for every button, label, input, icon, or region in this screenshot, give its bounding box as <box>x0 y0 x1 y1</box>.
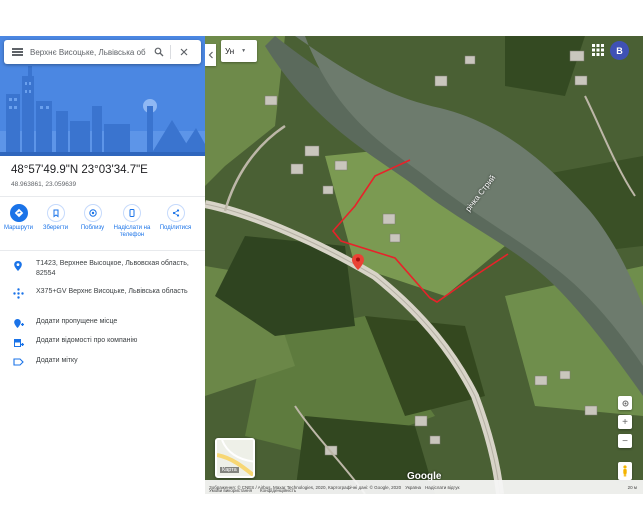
pegman-icon[interactable] <box>618 462 632 480</box>
address-text: T1423, Верхнее Высоцкое, Львовская облас… <box>36 260 189 277</box>
legal-links: Умови використання Конфіденційність <box>205 487 643 494</box>
add-label-row[interactable]: Додати мітку <box>0 356 205 367</box>
add-label-text: Додати мітку <box>36 357 78 364</box>
add-missing-place-row[interactable]: Додати пропущене місце <box>0 317 205 329</box>
menu-icon[interactable] <box>4 40 30 64</box>
chevron-down-icon: ▼ <box>241 48 247 54</box>
share-icon <box>166 204 185 222</box>
nearby-label: Поблизу <box>80 225 105 231</box>
business-icon <box>0 336 36 348</box>
terms-link[interactable]: Умови використання <box>209 488 252 493</box>
account-avatar[interactable]: B <box>610 41 629 60</box>
search-icon[interactable] <box>148 40 170 64</box>
bookmark-icon <box>46 204 65 222</box>
add-missing-place-text: Додати пропущене місце <box>36 318 118 325</box>
directions-label: Маршрути <box>4 225 33 231</box>
directions-icon <box>9 204 28 222</box>
address-row[interactable]: T1423, Верхнее Высоцкое, Львовская облас… <box>0 259 205 279</box>
divider <box>0 196 205 197</box>
nearby-icon <box>83 204 102 222</box>
share-label: Поділитися <box>159 225 192 231</box>
location-icon <box>0 259 36 272</box>
search-input[interactable] <box>30 47 148 57</box>
search-box <box>4 40 201 64</box>
apps-grid-icon[interactable] <box>591 43 605 57</box>
add-place-icon <box>0 317 36 329</box>
coordinates-decimal: 48.963861, 23.059639 <box>11 181 77 188</box>
side-panel: 48°57'49.9"N 23°03'34.7"E 48.963861, 23.… <box>0 36 205 494</box>
divider <box>0 250 205 251</box>
plus-code-row[interactable]: X375+GV Верхнє Висоцьке, Львівська облас… <box>0 287 205 299</box>
satellite-map[interactable]: Ун ▼ B річка Стрий Карта Google + − <box>205 36 643 494</box>
zoom-out-button[interactable]: − <box>618 434 632 448</box>
collapse-panel-button[interactable] <box>205 44 216 66</box>
location-target-icon[interactable] <box>618 396 632 410</box>
map-type-label: Карта <box>220 467 239 473</box>
label-icon <box>0 356 36 367</box>
zoom-in-button[interactable]: + <box>618 415 632 429</box>
share-button[interactable]: Поділитися <box>153 204 198 244</box>
close-icon[interactable] <box>171 40 197 64</box>
privacy-link[interactable]: Конфіденційність <box>260 488 296 493</box>
phone-icon <box>123 204 141 222</box>
nearby-button[interactable]: Поблизу <box>74 204 111 244</box>
action-bar: Маршрути Зберегти Поблизу Надіслати на т… <box>0 204 205 244</box>
send-to-phone-button[interactable]: Надіслати на телефон <box>111 204 153 244</box>
save-label: Зберегти <box>42 225 69 231</box>
plus-code-icon <box>0 287 36 299</box>
directions-button[interactable]: Маршрути <box>0 204 37 244</box>
map-type-toggle[interactable]: Карта <box>215 438 255 478</box>
add-business-text: Додати відомості про компанію <box>36 337 138 344</box>
add-business-row[interactable]: Додати відомості про компанію <box>0 336 205 348</box>
language-button[interactable]: Ун ▼ <box>221 40 257 62</box>
language-label: Ун <box>225 46 235 56</box>
send-to-phone-label: Надіслати на телефон <box>113 225 151 238</box>
save-button[interactable]: Зберегти <box>37 204 74 244</box>
coordinates-title: 48°57'49.9"N 23°03'34.7"E <box>11 164 148 176</box>
plus-code-text: X375+GV Верхнє Висоцьке, Львівська облас… <box>36 288 188 295</box>
